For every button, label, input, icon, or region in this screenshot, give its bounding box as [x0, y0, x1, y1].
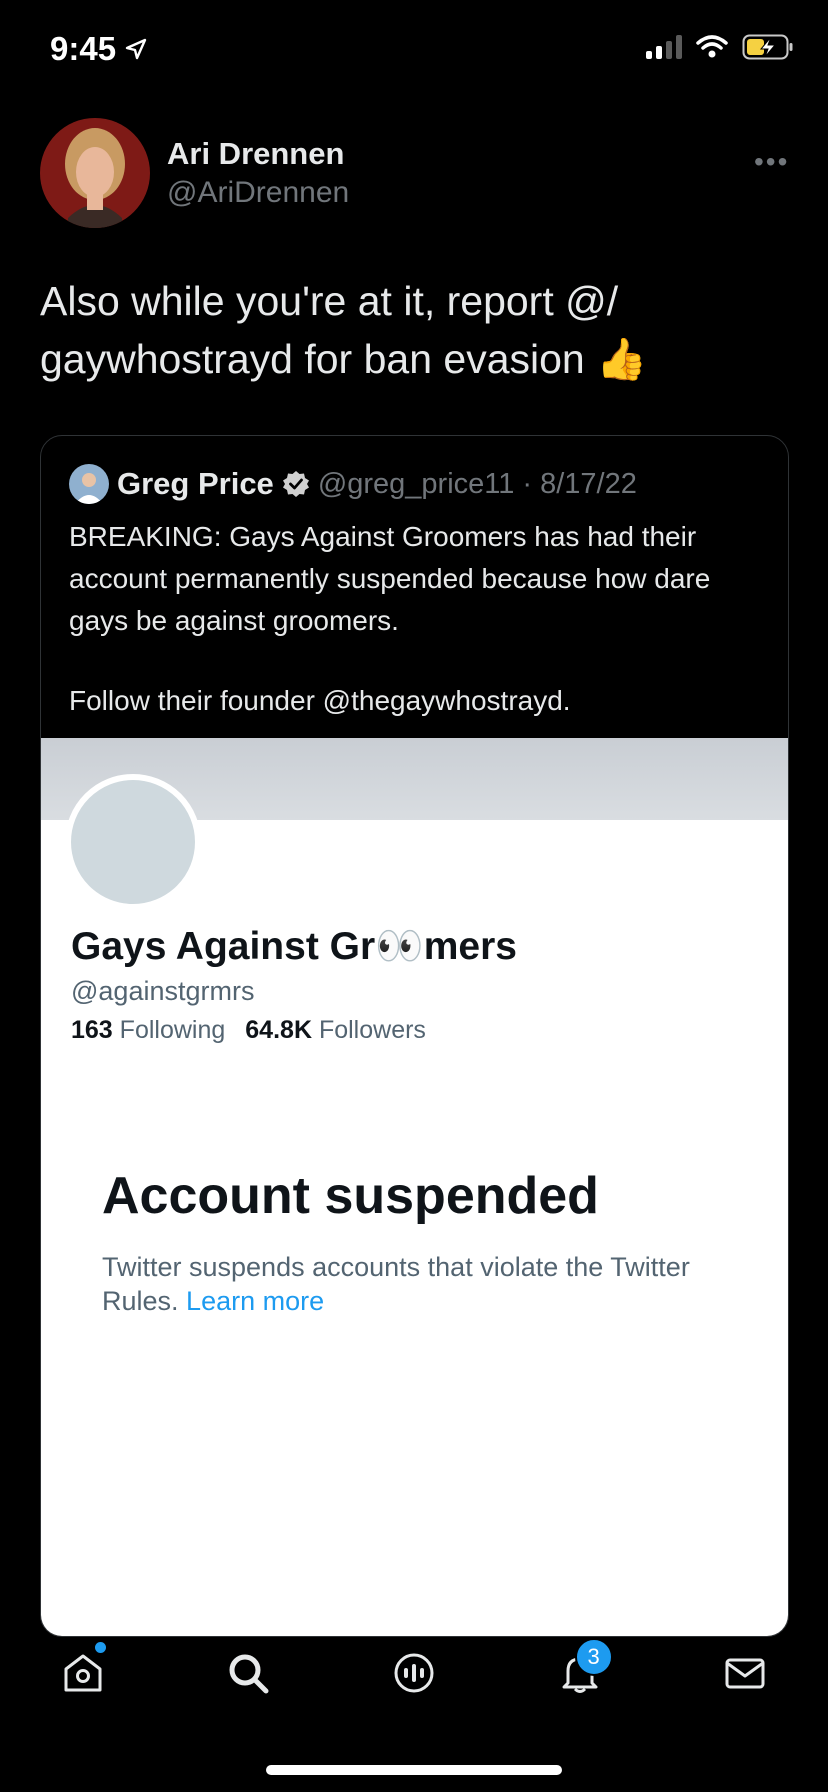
quoted-tweet-card[interactable]: Greg Price @greg_price11 · 8/17/22 BREAK… — [40, 435, 789, 1637]
cellular-signal-icon — [646, 35, 682, 59]
author-avatar[interactable] — [40, 118, 150, 228]
profile-avatar-placeholder — [65, 774, 201, 910]
quoted-screenshot-image[interactable]: Gays Against Gr👀mers @againstgrmrs 163 F… — [41, 738, 788, 1636]
home-icon — [64, 1654, 102, 1692]
quote-author-name: Greg Price — [117, 466, 274, 501]
tab-home[interactable] — [38, 1628, 128, 1718]
bottom-tab-bar: 3 — [0, 1628, 828, 1718]
tab-spaces[interactable] — [369, 1628, 459, 1718]
messages-icon — [725, 1658, 765, 1689]
quote-text-paragraph-1: BREAKING: Gays Against Groomers has had … — [69, 521, 711, 636]
status-time-text: 9:45 — [50, 30, 117, 67]
verified-badge-icon — [282, 471, 309, 497]
quote-date: · 8/17/22 — [522, 467, 637, 500]
suspended-body: Twitter suspends accounts that violate t… — [102, 1250, 702, 1318]
quote-header: Greg Price @greg_price11 · 8/17/22 — [117, 464, 637, 504]
author-handle[interactable]: @AriDrennen — [167, 176, 349, 210]
followers-count: 64.8K — [245, 1016, 312, 1044]
suspended-title: Account suspended — [102, 1167, 599, 1225]
home-indicator — [266, 1765, 562, 1775]
notifications-badge: 3 — [574, 1638, 613, 1676]
wifi-icon — [696, 35, 728, 58]
following-label: Following — [119, 1016, 226, 1044]
tab-messages[interactable] — [700, 1628, 790, 1718]
avatar-photo — [40, 118, 150, 228]
status-bar-indicators — [646, 34, 794, 60]
learn-more-link: Learn more — [186, 1286, 325, 1316]
quote-text: BREAKING: Gays Against Groomers has had … — [69, 516, 759, 722]
location-arrow-icon — [125, 38, 147, 60]
profile-handle: @againstgrmrs — [71, 976, 255, 1006]
following-stat: 163 Following — [71, 1016, 225, 1045]
followers-label: Followers — [318, 1016, 426, 1044]
author-name[interactable]: Ari Drennen — [167, 136, 344, 172]
profile-stats: 163 Following 64.8K Followers — [71, 1016, 426, 1045]
status-bar-time: 9:45 — [50, 30, 148, 68]
followers-stat: 64.8K Followers — [245, 1016, 426, 1045]
tweet-text: Also while you're at it, report @/ gaywh… — [40, 278, 648, 382]
quote-author-handle: @greg_price11 — [317, 467, 515, 500]
profile-name: Gays Against Gr👀mers — [71, 925, 517, 968]
quote-author-avatar — [69, 464, 109, 504]
search-icon — [229, 1654, 269, 1694]
spaces-icon — [394, 1653, 434, 1693]
quote-text-paragraph-2: Follow their founder @thegaywhostrayd. — [69, 685, 571, 716]
quote-avatar-photo — [69, 464, 109, 504]
more-dots-icon[interactable]: ••• — [754, 146, 789, 178]
following-count: 163 — [71, 1016, 113, 1044]
home-new-indicator — [94, 1642, 106, 1653]
tab-notifications[interactable]: 3 — [535, 1628, 625, 1718]
tab-search[interactable] — [203, 1628, 293, 1718]
battery-charging-icon — [742, 34, 793, 60]
